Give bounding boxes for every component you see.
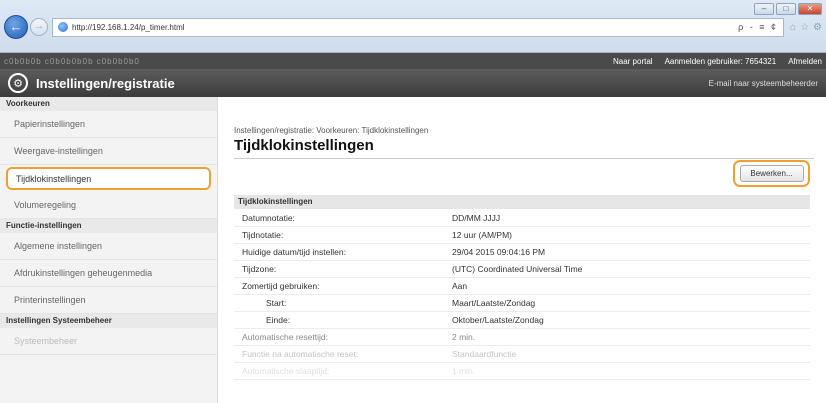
setting-value: 12 uur (AM/PM) <box>452 230 512 240</box>
favorites-star-icon[interactable]: ☆ <box>800 22 809 33</box>
setting-label: Einde: <box>266 315 291 325</box>
sidebar-section-preferences: Voorkeuren <box>0 97 217 111</box>
sidebar-item-timer-settings[interactable]: Tijdklokinstellingen <box>6 167 211 190</box>
logged-in-user: Aanmelden gebruiker: 7654321 <box>664 56 777 66</box>
device-header: c0b0b0b c0b0b0b0b c0b0b0b0 Naar portal A… <box>0 53 826 69</box>
setting-label: Zomertijd gebruiken: <box>242 281 320 291</box>
close-button[interactable]: ✕ <box>798 3 822 15</box>
address-tools[interactable]: ρ - ≡ ¢ <box>738 22 778 32</box>
title-divider <box>234 158 814 159</box>
setting-value: Oktober/Laatste/Zondag <box>452 315 544 325</box>
sidebar-section-function-settings: Functie-instellingen <box>0 219 217 233</box>
header-links: Naar portal Aanmelden gebruiker: 7654321… <box>613 57 822 66</box>
browser-chrome: – □ ✕ ← → http://192.168.1.24/p_timer.ht… <box>0 0 826 53</box>
setting-label: Tijdnotatie: <box>242 230 284 240</box>
settings-titlebar: ⚙ Instellingen/registratie E-mail naar s… <box>0 69 826 97</box>
portal-link[interactable]: Naar portal <box>613 57 653 66</box>
setting-label: Huidige datum/tijd instellen: <box>242 247 346 257</box>
setting-value: Maart/Laatste/Zondag <box>452 298 536 308</box>
sidebar-section-admin-settings: Instellingen Systeembeheer <box>0 314 217 328</box>
edit-button[interactable]: Bewerken... <box>739 165 804 182</box>
sidebar-item-printer-settings[interactable]: Printerinstellingen <box>0 287 217 314</box>
setting-label: Tijdzone: <box>242 264 277 274</box>
home-icon[interactable]: ⌂ <box>790 22 796 33</box>
setting-row: Functie na automatische reset: Standaardf… <box>234 346 810 363</box>
minimize-button[interactable]: – <box>754 3 774 15</box>
window-controls: – □ ✕ <box>754 3 822 15</box>
address-bar[interactable]: http://192.168.1.24/p_timer.html ρ - ≡ ¢ <box>52 17 785 37</box>
device-name: c0b0b0b c0b0b0b0b c0b0b0b0 <box>4 56 140 66</box>
logout-link[interactable]: Afmelden <box>788 57 822 66</box>
setting-label: Datumnotatie: <box>242 213 295 223</box>
sidebar-item-paper-settings[interactable]: Papierinstellingen <box>0 111 217 138</box>
setting-row: Zomertijd gebruiken: Aan <box>234 278 810 295</box>
setting-value: 29/04 2015 09:04:16 PM <box>452 247 546 257</box>
setting-label: Automatische resettijd: <box>242 332 328 342</box>
browser-toolbar-icons: ⌂ ☆ ⚙ <box>790 22 822 33</box>
setting-label: Start: <box>266 298 287 308</box>
app-title: Instellingen/registratie <box>36 75 175 91</box>
setting-value: DD/MM JJJJ <box>452 213 501 223</box>
address-url[interactable]: http://192.168.1.24/p_timer.html <box>72 23 185 32</box>
section-header: Tijdklokinstellingen <box>234 195 810 209</box>
sidebar-item-media-print-settings[interactable]: Afdrukinstellingen geheugenmedia <box>0 260 217 287</box>
setting-row: Automatische slaaptijd: 1 min. <box>234 363 810 380</box>
sidebar-item-general-settings[interactable]: Algemene instellingen <box>0 233 217 260</box>
settings-gear-icon: ⚙ <box>8 73 28 93</box>
back-button[interactable]: ← <box>4 15 28 39</box>
setting-label: Automatische slaaptijd: <box>242 366 330 376</box>
sidebar-item-system-management[interactable]: Systeembeheer <box>0 328 217 355</box>
setting-value: 1 min. <box>452 366 476 376</box>
maximize-button[interactable]: □ <box>776 3 796 15</box>
setting-row: Tijdnotatie: 12 uur (AM/PM) <box>234 227 810 244</box>
setting-row: Tijdzone: (UTC) Coordinated Universal Tim… <box>234 261 810 278</box>
sidebar: Voorkeuren Papierinstellingen Weergave-i… <box>0 97 218 403</box>
setting-row: Start: Maart/Laatste/Zondag <box>234 295 810 312</box>
setting-row: Huidige datum/tijd instellen: 29/04 2015 … <box>234 244 810 261</box>
page-icon <box>58 22 68 32</box>
breadcrumb: Instellingen/registratie: Voorkeuren: Ti… <box>234 126 429 135</box>
settings-gear-icon[interactable]: ⚙ <box>813 22 822 33</box>
edit-button-highlight: Bewerken... <box>733 160 810 187</box>
setting-value: Standaardfunctie <box>452 349 517 359</box>
sidebar-item-display-settings[interactable]: Weergave-instellingen <box>0 138 217 165</box>
forward-button[interactable]: → <box>30 18 48 36</box>
page-title: Tijdklokinstellingen <box>234 137 374 154</box>
sidebar-item-volume[interactable]: Volumeregeling <box>0 192 217 219</box>
setting-row: Einde: Oktober/Laatste/Zondag <box>234 312 810 329</box>
setting-value: 2 min. <box>452 332 476 342</box>
setting-label: Functie na automatische reset: <box>242 349 359 359</box>
setting-value: Aan <box>452 281 468 291</box>
navigation-row: ← → http://192.168.1.24/p_timer.html ρ -… <box>4 15 822 39</box>
main-content: Instellingen/registratie: Voorkeuren: Ti… <box>226 97 826 403</box>
mail-admin-link[interactable]: E-mail naar systeembeheerder <box>709 79 818 88</box>
setting-value: (UTC) Coordinated Universal Time <box>452 264 583 274</box>
setting-row: Datumnotatie: DD/MM JJJJ <box>234 210 810 227</box>
setting-row: Automatische resettijd: 2 min. <box>234 329 810 346</box>
